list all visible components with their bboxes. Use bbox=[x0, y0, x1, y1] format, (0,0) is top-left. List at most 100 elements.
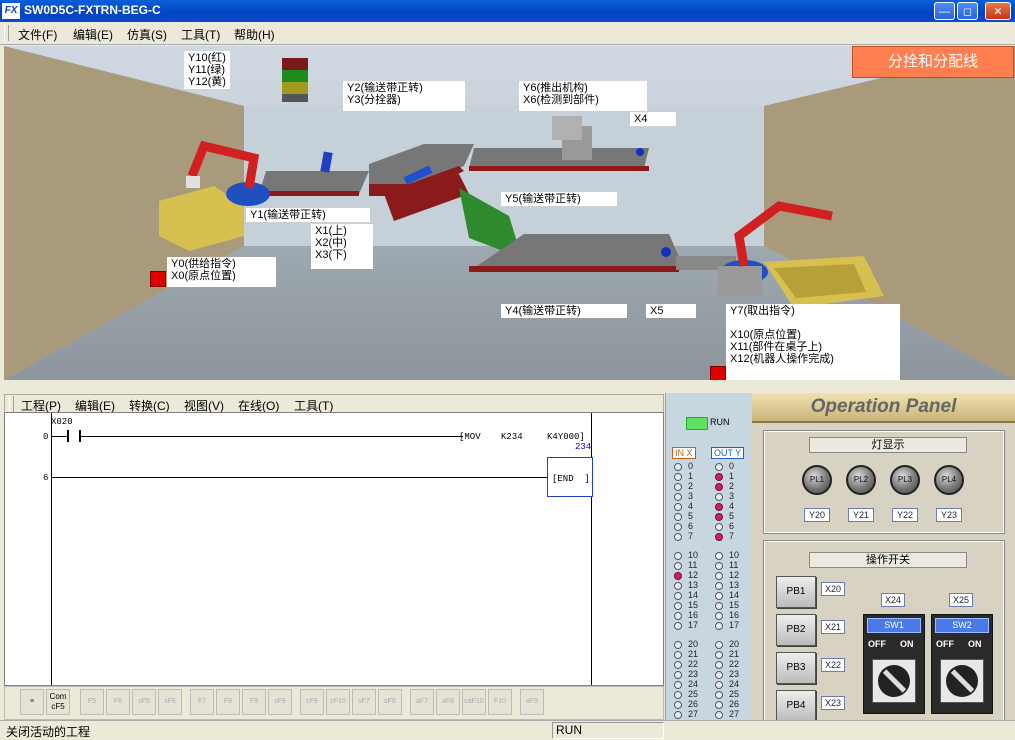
out-number-4: 4 bbox=[729, 501, 735, 511]
in-led-7 bbox=[674, 533, 682, 541]
toolbar-key-cf9[interactable]: cF9 bbox=[300, 689, 324, 715]
lamp-section: 灯显示 PL1 PL2 PL3 PL4 Y20 Y21 Y22 Y23 bbox=[763, 430, 1005, 534]
ladder-editor[interactable]: X020 0 [MOV K234 K4Y000] 234 6 [END ] bbox=[4, 412, 664, 686]
in-led-1 bbox=[674, 473, 682, 481]
pl2-tag: Y21 bbox=[848, 508, 874, 522]
pb1-button[interactable]: PB1 bbox=[776, 576, 816, 608]
sw1-switch[interactable]: SW1 OFF ON bbox=[863, 614, 925, 714]
in-number-6: 6 bbox=[688, 521, 694, 531]
sw2-off-label: OFF bbox=[936, 639, 954, 649]
toolbar-key-sf6[interactable]: sF6 bbox=[158, 689, 182, 715]
out-led-11 bbox=[715, 562, 723, 570]
pl1-tag: Y20 bbox=[804, 508, 830, 522]
maximize-button[interactable]: ◻ bbox=[957, 2, 978, 20]
toolbar-key-caf10[interactable]: caF10 bbox=[462, 689, 486, 715]
out-number-15: 15 bbox=[729, 600, 740, 610]
title-bar: FX SW0D5C-FXTRN-BEG-C — ◻ ✕ bbox=[0, 0, 1015, 22]
toolbar-key-sf9[interactable]: sF9 bbox=[268, 689, 292, 715]
sw2-switch[interactable]: SW2 OFF ON bbox=[931, 614, 993, 714]
out-number-22: 22 bbox=[729, 659, 740, 669]
menu-edit[interactable]: 编辑(E) bbox=[73, 26, 113, 43]
simulation-scene: Y10(红) Y11(绿) Y12(黄) Y2(输送带正转) Y3(分拴器) Y… bbox=[4, 46, 1015, 380]
in-led-5 bbox=[674, 513, 682, 521]
out-number-14: 14 bbox=[729, 590, 740, 600]
toolbar-key-f10[interactable]: F10 bbox=[488, 689, 512, 715]
out-number-20: 20 bbox=[729, 639, 740, 649]
in-led-23 bbox=[674, 671, 682, 679]
pb4-tag: X23 bbox=[821, 696, 845, 710]
lamp-section-title: 灯显示 bbox=[809, 437, 967, 453]
pb4-button[interactable]: PB4 bbox=[776, 690, 816, 722]
in-number-3: 3 bbox=[688, 491, 694, 501]
close-button[interactable]: ✕ bbox=[985, 2, 1011, 20]
out-number-17: 17 bbox=[729, 620, 740, 630]
in-number-25: 25 bbox=[688, 689, 699, 699]
toolbar-key-af7[interactable]: aF7 bbox=[410, 689, 434, 715]
out-led-26 bbox=[715, 701, 723, 709]
out-led-7 bbox=[715, 533, 723, 541]
menu-file[interactable]: 文件(F) bbox=[18, 26, 57, 43]
in-led-27 bbox=[674, 711, 682, 719]
toolbar-key-af9[interactable]: aF9 bbox=[520, 689, 544, 715]
toolbar-mode-icon[interactable]: ≡ bbox=[20, 689, 44, 715]
io-monitor-panel: RUN IN X OUT Y 0 0 1 1 2 2 3 3 4 4 5 5 6 6 7 7 10 10 11 11 1… bbox=[665, 393, 752, 738]
toolbar-key-af8[interactable]: aF8 bbox=[436, 689, 460, 715]
supply-y0-label: Y0(供给指令) X0(原点位置) bbox=[167, 257, 276, 287]
pb3-button[interactable]: PB3 bbox=[776, 652, 816, 684]
switch-section: 操作开关 PB1 PB2 PB3 PB4 X20 X21 X22 X23 X24… bbox=[763, 540, 1005, 722]
toolbar-key-sf5[interactable]: sF5 bbox=[132, 689, 156, 715]
sw1-name: SW1 bbox=[867, 618, 921, 633]
in-led-11 bbox=[674, 562, 682, 570]
out-number-27: 27 bbox=[729, 709, 740, 719]
pb2-button[interactable]: PB2 bbox=[776, 614, 816, 646]
in-number-2: 2 bbox=[688, 481, 694, 491]
out-led-5 bbox=[715, 513, 723, 521]
app-logo: FX bbox=[2, 3, 20, 19]
toolbar-key-f8[interactable]: F8 bbox=[216, 689, 240, 715]
out-led-15 bbox=[715, 602, 723, 610]
toolbar-com-button[interactable]: Com cF5 bbox=[46, 689, 70, 715]
in-number-10: 10 bbox=[688, 550, 699, 560]
out-led-3 bbox=[715, 493, 723, 501]
toolbar-key-f6[interactable]: F6 bbox=[106, 689, 130, 715]
toolbar-key-cf10[interactable]: cF10 bbox=[326, 689, 350, 715]
operation-panel: Operation Panel 灯显示 PL1 PL2 PL3 PL4 Y20 … bbox=[752, 393, 1015, 738]
in-led-26 bbox=[674, 701, 682, 709]
sw2-knob[interactable] bbox=[946, 665, 978, 697]
in-led-13 bbox=[674, 582, 682, 590]
contact-x020-label: X020 bbox=[51, 417, 73, 427]
sw1-knob[interactable] bbox=[878, 665, 910, 697]
in-led-0 bbox=[674, 463, 682, 471]
out-number-7: 7 bbox=[729, 531, 735, 541]
ladder-menu-bar: 工程(P) 编辑(E) 转换(C) 视图(V) 在线(O) 工具(T) bbox=[4, 394, 664, 414]
in-number-17: 17 bbox=[688, 620, 699, 630]
in-led-12 bbox=[674, 572, 682, 580]
out-led-12 bbox=[715, 572, 723, 580]
menu-tools[interactable]: 工具(T) bbox=[181, 26, 220, 43]
menu-simulate[interactable]: 仿真(S) bbox=[127, 26, 167, 43]
toolbar-key-f7[interactable]: F7 bbox=[190, 689, 214, 715]
step-number-0: 0 bbox=[43, 432, 49, 442]
in-led-16 bbox=[674, 612, 682, 620]
out-led-23 bbox=[715, 671, 723, 679]
run-label: RUN bbox=[710, 417, 730, 427]
pl4-lamp: PL4 bbox=[934, 465, 964, 495]
in-number-26: 26 bbox=[688, 699, 699, 709]
cursor-end-cell[interactable]: [END ] bbox=[547, 457, 593, 497]
out-led-13 bbox=[715, 582, 723, 590]
switch-section-title: 操作开关 bbox=[809, 552, 967, 568]
out-number-23: 23 bbox=[729, 669, 740, 679]
toolbar-key-f5[interactable]: F5 bbox=[80, 689, 104, 715]
minimize-button[interactable]: — bbox=[934, 2, 955, 20]
toolbar-key-f9[interactable]: F9 bbox=[242, 689, 266, 715]
toolbar-key-sf7[interactable]: sF7 bbox=[352, 689, 376, 715]
menu-help[interactable]: 帮助(H) bbox=[234, 26, 275, 43]
in-led-20 bbox=[674, 641, 682, 649]
sw1-off-label: OFF bbox=[868, 639, 886, 649]
in-led-22 bbox=[674, 661, 682, 669]
contact-x020[interactable] bbox=[67, 430, 81, 442]
in-number-23: 23 bbox=[688, 669, 699, 679]
toolbar-key-sf8[interactable]: sF8 bbox=[378, 689, 402, 715]
in-number-11: 11 bbox=[688, 560, 698, 570]
pl1-lamp: PL1 bbox=[802, 465, 832, 495]
